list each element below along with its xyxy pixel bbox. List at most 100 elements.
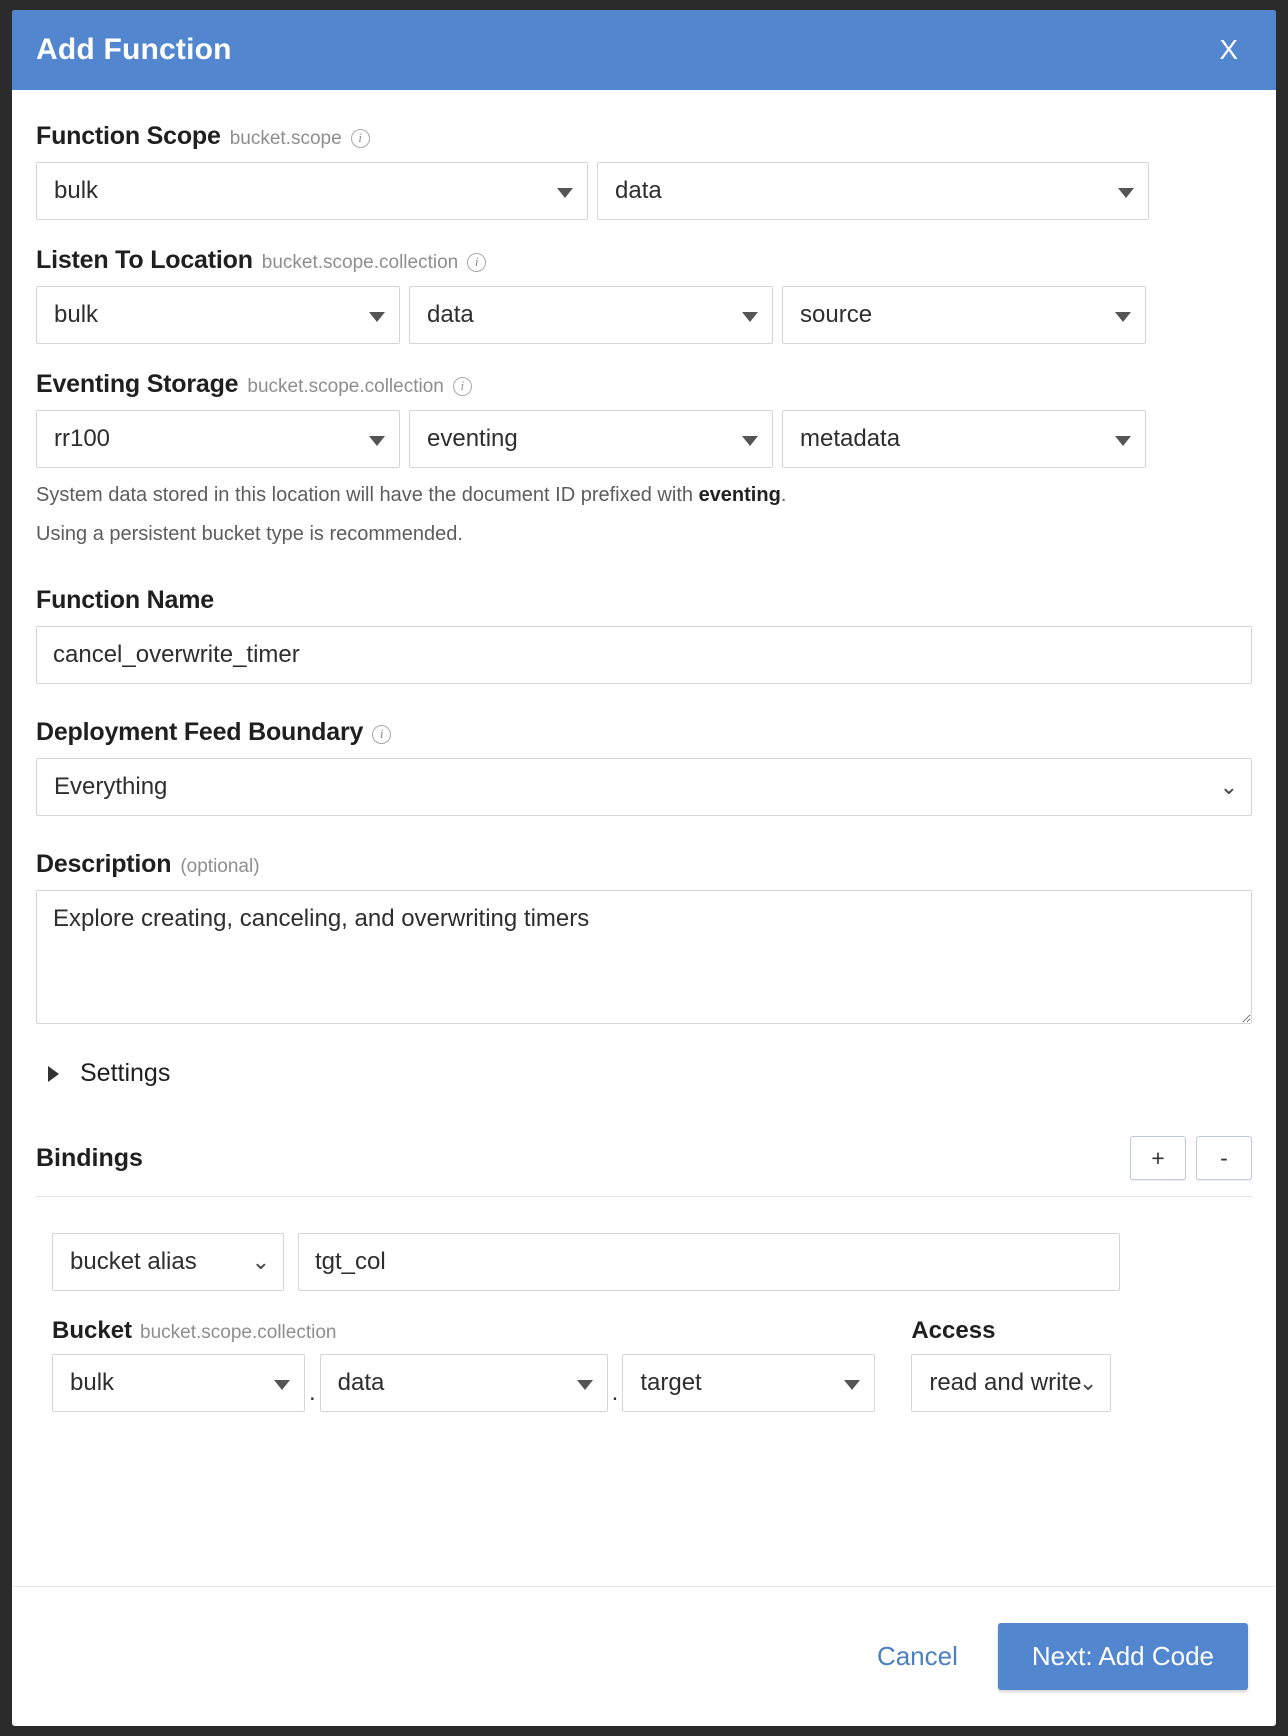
chevron-down-icon — [369, 312, 385, 322]
close-icon[interactable]: X — [1209, 32, 1248, 68]
info-icon[interactable]: i — [351, 129, 370, 148]
listen-to-location-section: Listen To Location bucket.scope.collecti… — [36, 246, 1252, 344]
chevron-down-icon: ⌄ — [1220, 778, 1238, 796]
eventing-collection-value: metadata — [800, 425, 900, 453]
eventing-note-prefix: System data stored in this location will… — [36, 484, 699, 506]
eventing-storage-label-row: Eventing Storage bucket.scope.collection… — [36, 370, 1252, 399]
bindings-controls: + - — [1130, 1136, 1252, 1180]
cancel-button[interactable]: Cancel — [871, 1640, 964, 1673]
function-name-label: Function Name — [36, 586, 214, 615]
listen-scope-value: data — [427, 301, 474, 329]
listen-to-location-label: Listen To Location — [36, 246, 253, 275]
binding-alias-input[interactable] — [298, 1233, 1120, 1291]
binding-scope-select[interactable]: data — [320, 1354, 608, 1412]
eventing-storage-selects: rr100 eventing metadata — [36, 410, 1252, 468]
deployment-feed-boundary-select[interactable]: Everything ⌄ — [36, 758, 1252, 816]
settings-disclosure[interactable]: Settings — [48, 1059, 1252, 1088]
binding-type-value: bucket alias — [70, 1248, 197, 1276]
eventing-scope-select[interactable]: eventing — [409, 410, 773, 468]
eventing-note-bold: eventing — [699, 484, 781, 506]
info-icon[interactable]: i — [453, 377, 472, 396]
eventing-storage-sublabel: bucket.scope.collection — [247, 376, 443, 398]
chevron-down-icon — [369, 436, 385, 446]
info-icon[interactable]: i — [467, 253, 486, 272]
binding-row: bucket alias ⌄ — [52, 1233, 1252, 1291]
binding-collection-value: target — [640, 1369, 701, 1397]
binding-scope-value: data — [338, 1369, 385, 1397]
description-label: Description — [36, 850, 171, 879]
description-sublabel: (optional) — [180, 856, 259, 878]
listen-bucket-value: bulk — [54, 301, 98, 329]
binding-access-value: read and write — [929, 1369, 1081, 1397]
deployment-feed-boundary-section: Deployment Feed Boundary i Everything ⌄ — [36, 718, 1252, 816]
binding-bucket-sublabel: bucket.scope.collection — [140, 1322, 336, 1344]
function-scope-section: Function Scope bucket.scope i bulk data — [36, 122, 1252, 220]
function-name-input[interactable] — [36, 626, 1252, 684]
eventing-storage-note-2: Using a persistent bucket type is recomm… — [36, 523, 1252, 546]
binding-bucket-select[interactable]: bulk — [52, 1354, 305, 1412]
dialog-title: Add Function — [36, 33, 232, 67]
dialog-header: Add Function X — [12, 10, 1276, 90]
eventing-storage-label: Eventing Storage — [36, 370, 238, 399]
next-add-code-button[interactable]: Next: Add Code — [998, 1623, 1248, 1690]
chevron-down-icon — [742, 312, 758, 322]
eventing-scope-value: eventing — [427, 425, 518, 453]
function-scope-scope-select[interactable]: data — [597, 162, 1149, 220]
description-textarea[interactable]: Explore creating, canceling, and overwri… — [36, 890, 1252, 1024]
chevron-down-icon: ⌄ — [252, 1253, 270, 1271]
bindings-section: Bindings + - bucket alias ⌄ Bucket — [36, 1136, 1252, 1412]
binding-access-select[interactable]: read and write ⌄ — [911, 1354, 1111, 1412]
info-icon[interactable]: i — [372, 725, 391, 744]
chevron-down-icon: ⌄ — [1079, 1374, 1097, 1392]
eventing-storage-note: System data stored in this location will… — [36, 484, 1252, 507]
listen-to-location-sublabel: bucket.scope.collection — [262, 252, 458, 274]
binding-access-label-row: Access — [911, 1317, 1111, 1345]
bindings-divider — [36, 1196, 1252, 1197]
description-label-row: Description (optional) — [36, 850, 1252, 879]
chevron-down-icon — [742, 436, 758, 446]
add-binding-button[interactable]: + — [1130, 1136, 1186, 1180]
function-name-label-row: Function Name — [36, 586, 1252, 615]
dialog-footer: Cancel Next: Add Code — [12, 1586, 1276, 1726]
chevron-down-icon — [1115, 436, 1131, 446]
function-scope-bucket-value: bulk — [54, 177, 98, 205]
eventing-collection-select[interactable]: metadata — [782, 410, 1146, 468]
settings-label: Settings — [80, 1059, 170, 1088]
function-scope-label-row: Function Scope bucket.scope i — [36, 122, 1252, 151]
bindings-header: Bindings + - — [36, 1136, 1252, 1180]
listen-to-location-selects: bulk data source — [36, 286, 1252, 344]
dialog-body: Function Scope bucket.scope i bulk data … — [12, 90, 1276, 1586]
binding-collection-select[interactable]: target — [622, 1354, 875, 1412]
listen-bucket-select[interactable]: bulk — [36, 286, 400, 344]
listen-to-location-label-row: Listen To Location bucket.scope.collecti… — [36, 246, 1252, 275]
binding-bucket-label: Bucket — [52, 1317, 132, 1345]
chevron-down-icon — [1118, 188, 1134, 198]
deployment-feed-boundary-value: Everything — [54, 773, 167, 801]
binding-bucket-value: bulk — [70, 1369, 114, 1397]
chevron-down-icon — [577, 1380, 593, 1390]
chevron-down-icon — [1115, 312, 1131, 322]
function-scope-label: Function Scope — [36, 122, 221, 151]
eventing-note-suffix: . — [781, 484, 787, 506]
chevron-down-icon — [274, 1380, 290, 1390]
function-scope-sublabel: bucket.scope — [230, 128, 342, 150]
eventing-bucket-value: rr100 — [54, 425, 110, 453]
deployment-feed-boundary-label: Deployment Feed Boundary — [36, 718, 363, 747]
binding-type-select[interactable]: bucket alias ⌄ — [52, 1233, 284, 1291]
chevron-down-icon — [844, 1380, 860, 1390]
binding-bucket-row: Bucket bucket.scope.collection bulk . da… — [52, 1317, 1252, 1412]
function-name-section: Function Name — [36, 586, 1252, 684]
listen-collection-select[interactable]: source — [782, 286, 1146, 344]
binding-access-label: Access — [911, 1317, 995, 1345]
function-scope-bucket-select[interactable]: bulk — [36, 162, 588, 220]
eventing-bucket-select[interactable]: rr100 — [36, 410, 400, 468]
chevron-down-icon — [557, 188, 573, 198]
binding-bucket-label-row: Bucket bucket.scope.collection — [52, 1317, 875, 1345]
function-scope-selects: bulk data — [36, 162, 1252, 220]
binding-separator-1: . — [305, 1379, 320, 1407]
add-function-dialog: Add Function X Function Scope bucket.sco… — [12, 10, 1276, 1726]
listen-collection-value: source — [800, 301, 872, 329]
remove-binding-button[interactable]: - — [1196, 1136, 1252, 1180]
listen-scope-select[interactable]: data — [409, 286, 773, 344]
binding-separator-2: . — [608, 1379, 623, 1407]
